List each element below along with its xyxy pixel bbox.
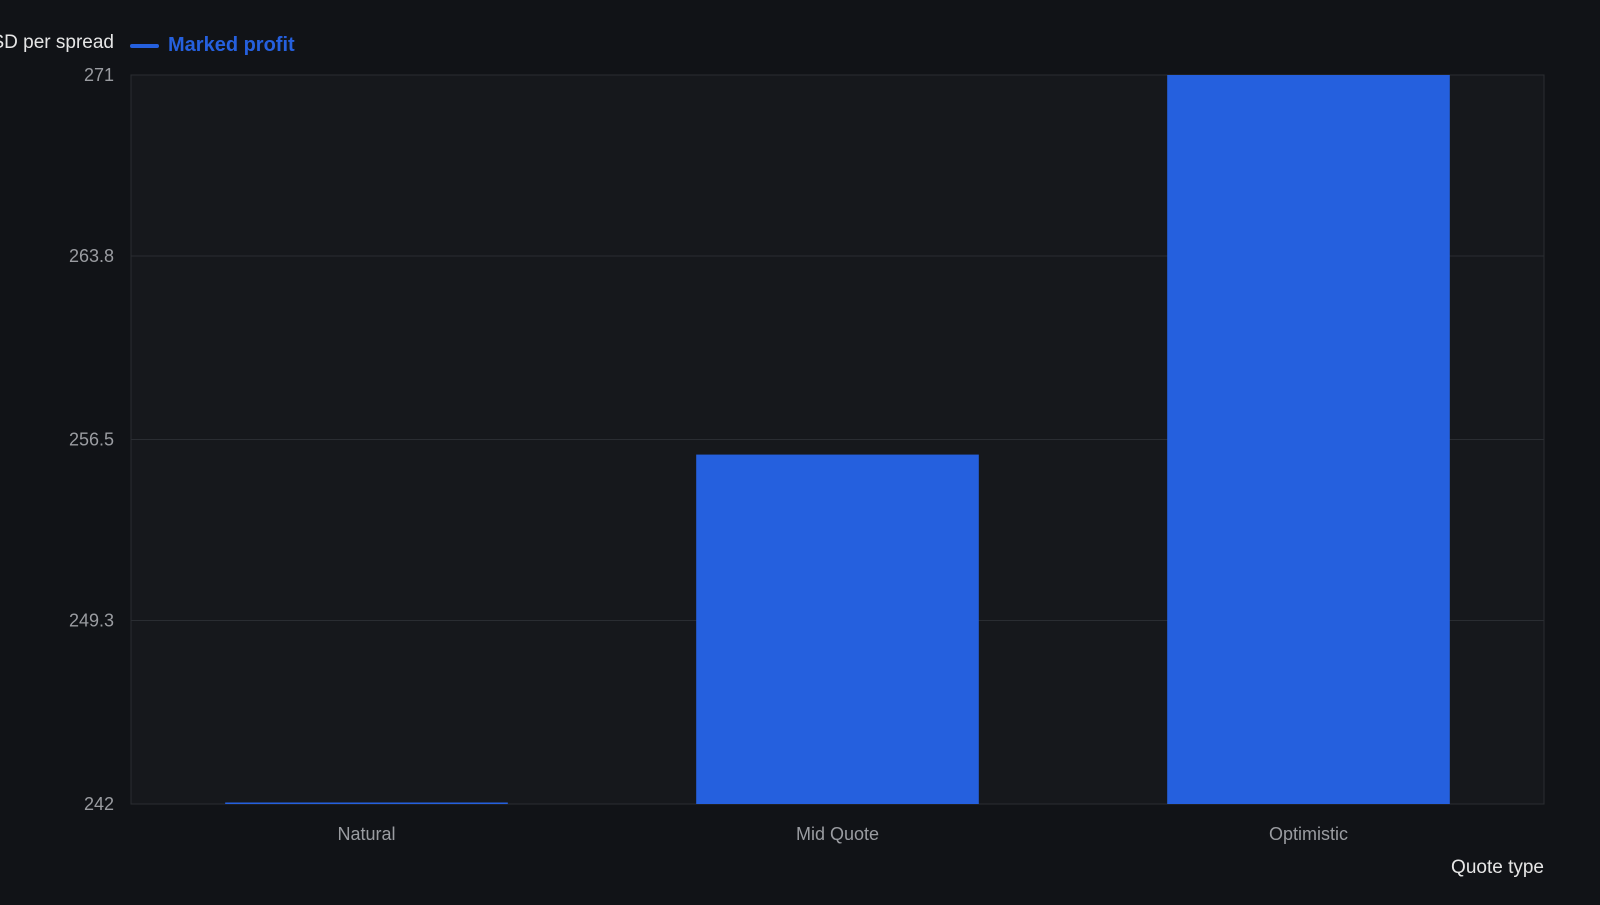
y-tick-label: 256.5 <box>69 430 114 450</box>
y-tick-label: 263.8 <box>69 246 114 266</box>
legend[interactable]: Marked profit <box>130 34 295 57</box>
y-tick-label: 242 <box>84 794 114 814</box>
y-axis-title: USD per spread <box>0 32 114 53</box>
legend-swatch <box>130 43 159 48</box>
chart: USD per spread Marked profit 242 249.3 256… <box>0 0 1600 900</box>
bar-natural <box>225 802 508 804</box>
x-axis-title: Quote type <box>1451 857 1544 878</box>
y-tick-label: 249.3 <box>69 610 114 630</box>
legend-label-marked-profit: Marked profit <box>168 34 295 56</box>
bar-mid-quote <box>696 454 979 804</box>
x-tick-label: Optimistic <box>1269 824 1348 844</box>
bar-optimistic <box>1167 75 1450 804</box>
plot-area: 242 249.3 256.5 263.8 271 Natural Mid Quote Opt… <box>69 65 1545 844</box>
y-tick-label: 271 <box>84 65 114 85</box>
x-tick-label: Mid Quote <box>796 824 879 844</box>
x-tick-label: Natural <box>337 824 395 844</box>
